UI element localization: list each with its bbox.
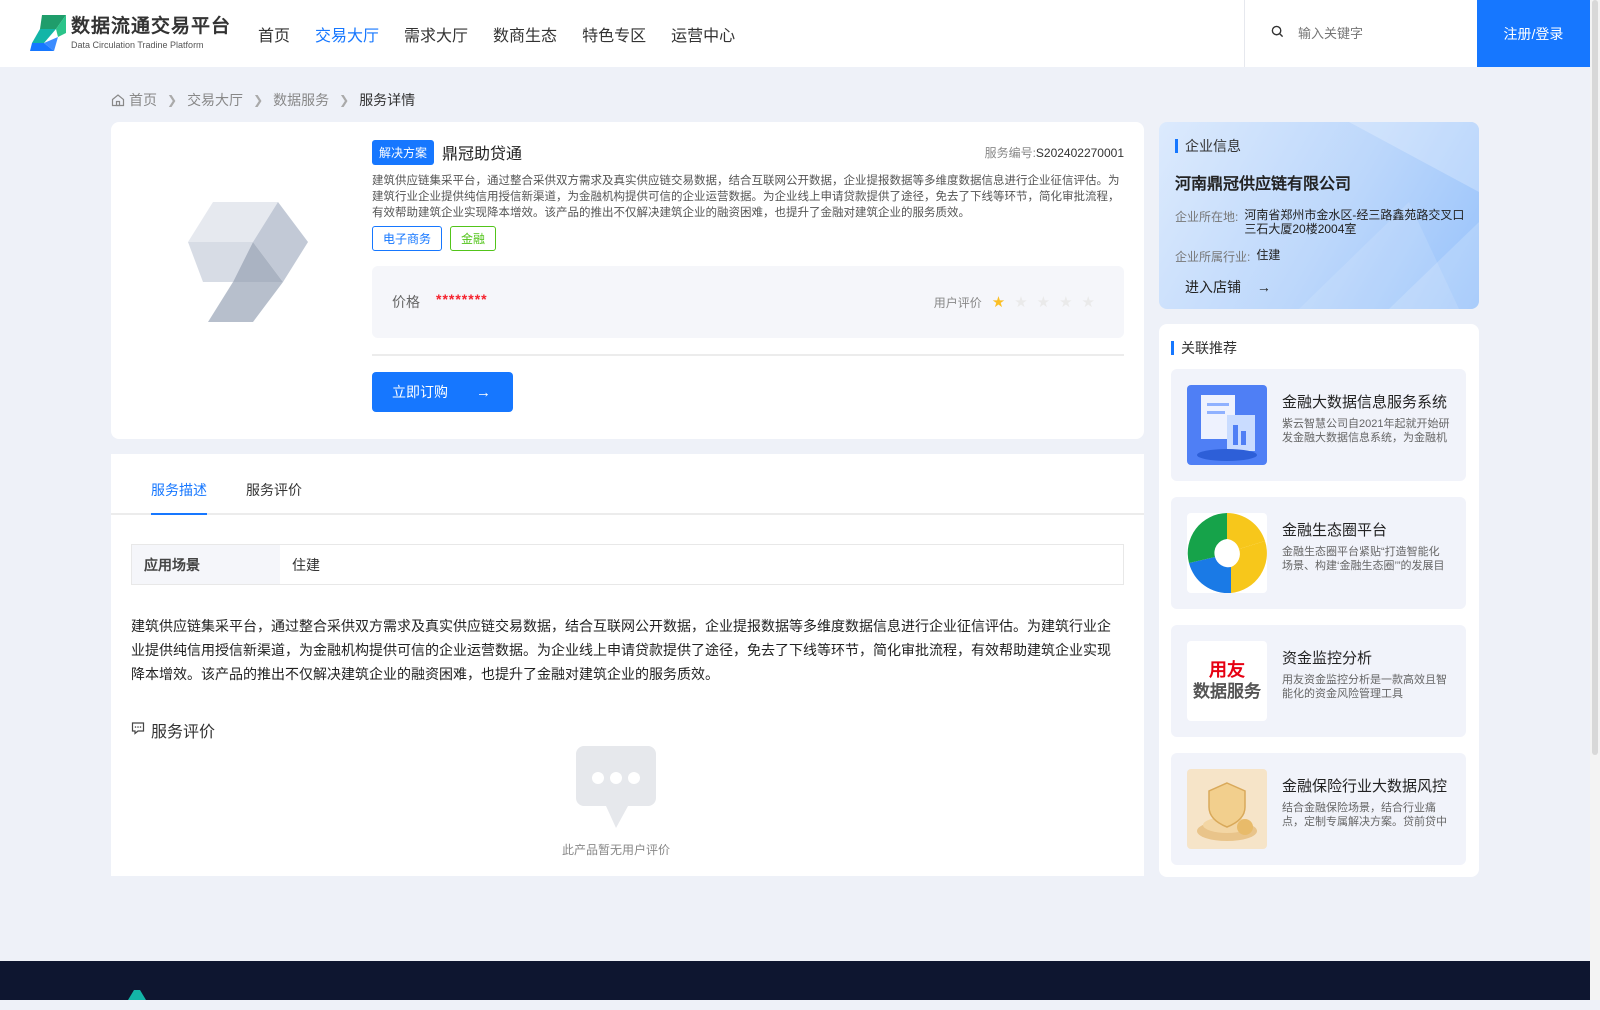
- home-icon[interactable]: [111, 93, 125, 107]
- scene-label: 应用场景: [132, 545, 280, 584]
- footer-logo-icon: [128, 990, 146, 1000]
- brand-logo[interactable]: 数据流通交易平台 Data Circulation Tradine Platfo…: [30, 13, 231, 53]
- product-image: [173, 182, 313, 322]
- nav-ecosystem[interactable]: 数商生态: [493, 22, 557, 46]
- buy-now-label: 立即订购: [392, 384, 448, 400]
- star-icon: ★: [1014, 294, 1028, 311]
- recommend-title: 资金监控分析: [1282, 650, 1373, 667]
- thumbnail-brand-text: 用友: [1209, 660, 1245, 680]
- tab-service-description[interactable]: 服务描述: [151, 480, 207, 515]
- main-nav: 首页 交易大厅 需求大厅 数商生态 特色专区 运营中心: [258, 0, 760, 67]
- search-box: [1244, 0, 1477, 67]
- tag-ecommerce[interactable]: 电子商务: [372, 226, 443, 251]
- industry-label: 企业所属行业:: [1175, 250, 1251, 264]
- star-icon: ★: [1059, 294, 1073, 311]
- scrollbar-thumb[interactable]: [1592, 0, 1598, 755]
- recommend-item[interactable]: 金融保险行业大数据风控 结合金融保险场景，结合行业痛点，定制专属解决方案。贷前贷…: [1171, 753, 1466, 865]
- page-scrollbar[interactable]: [1590, 0, 1600, 1000]
- enter-shop-link[interactable]: 进入店铺 →: [1185, 277, 1465, 297]
- scene-value: 住建: [292, 556, 320, 573]
- recommend-desc: 结合金融保险场景，结合行业痛点，定制专属解决方案。贷前贷中贷后全流程: [1282, 802, 1447, 828]
- company-name: 河南鼎冠供应链有限公司: [1175, 176, 1352, 193]
- recommend-item[interactable]: 用友 数据服务 资金监控分析 用友资金监控分析是一款高效且智能化的资金风险管理工…: [1171, 625, 1466, 737]
- arrow-right-icon: →: [476, 383, 491, 401]
- tab-service-review[interactable]: 服务评价: [246, 480, 302, 513]
- nav-special-zone[interactable]: 特色专区: [582, 22, 646, 46]
- recommend-thumbnail: 用友 数据服务: [1187, 641, 1267, 721]
- chevron-right-icon: ❯: [167, 93, 178, 107]
- product-title: 鼎冠助贷通: [442, 146, 523, 163]
- login-register-button[interactable]: 注册/登录: [1477, 0, 1590, 67]
- nav-trading-hall[interactable]: 交易大厅: [315, 22, 379, 46]
- chevron-right-icon: ❯: [339, 93, 350, 107]
- scene-table: 应用场景 住建: [131, 544, 1124, 585]
- related-recommendations: 关联推荐 金融大数据信息服务系统 紫云智慧公司自2021年起就开始研发金融大数据…: [1159, 324, 1479, 877]
- recommend-desc: 紫云智慧公司自2021年起就开始研发金融大数据信息系统，为金融机构提供数据服务: [1282, 418, 1450, 444]
- rating-label: 用户评价: [933, 295, 982, 310]
- review-section-title: 服务评价: [131, 718, 215, 742]
- enter-shop-label: 进入店铺: [1185, 279, 1241, 295]
- company-industry: 住建: [1256, 248, 1281, 262]
- brand-name: 数据流通交易平台: [71, 15, 232, 37]
- breadcrumb-home[interactable]: 首页: [129, 90, 157, 110]
- star-icon: ★: [991, 294, 1006, 311]
- search-input[interactable]: [1296, 25, 1466, 42]
- divider: [372, 354, 1124, 356]
- chevron-right-icon: ❯: [253, 93, 264, 107]
- recommend-thumbnail: [1187, 385, 1267, 465]
- service-description: 建筑供应链集采平台，通过整合采供双方需求及真实供应链交易数据，结合互联网公开数据…: [131, 618, 1111, 682]
- tag-finance[interactable]: 金融: [450, 226, 497, 251]
- service-number-label: 服务编号:: [984, 145, 1036, 160]
- service-number: 服务编号:S202402270001: [985, 144, 1124, 161]
- comment-icon: [131, 721, 145, 740]
- recommend-thumbnail: [1187, 769, 1267, 849]
- product-card: 解决方案 鼎冠助贷通 服务编号:S202402270001 建筑供应链集采平台，…: [111, 122, 1144, 439]
- empty-review-text: 此产品暂无用户评价: [561, 843, 670, 857]
- service-number-value: S202402270001: [1035, 145, 1124, 160]
- empty-comment-icon: [574, 746, 658, 836]
- company-location: 河南省郑州市金水区-经三路鑫苑路交叉口三石大厦20楼2004室: [1244, 208, 1465, 236]
- recommend-title: 金融生态圈平台: [1282, 522, 1388, 539]
- search-icon[interactable]: [1271, 25, 1284, 43]
- logo-icon: [30, 13, 68, 53]
- nav-demand-hall[interactable]: 需求大厅: [404, 22, 468, 46]
- price-value: ********: [436, 291, 488, 307]
- product-summary: 建筑供应链集采平台，通过整合采供双方需求及真实供应链交易数据，结合互联网公开数据…: [372, 175, 1120, 219]
- recommend-desc: 用友资金监控分析是一款高效且智能化的资金风险管理工具: [1282, 674, 1447, 700]
- star-icon: ★: [1081, 294, 1095, 311]
- company-section-title: 企业信息: [1185, 138, 1241, 154]
- company-info-card: 企业信息 河南鼎冠供应链有限公司 企业所在地: 河南省郑州市金水区-经三路鑫苑路…: [1159, 122, 1479, 309]
- breadcrumb-data-service[interactable]: 数据服务: [273, 90, 329, 110]
- nav-home[interactable]: 首页: [258, 22, 290, 46]
- star-rating: ★ ★ ★ ★ ★: [992, 293, 1104, 311]
- recommend-title: 金融保险行业大数据风控: [1282, 778, 1447, 795]
- breadcrumb-current: 服务详情: [359, 92, 416, 108]
- recommend-title: 金融大数据信息服务系统: [1282, 394, 1447, 411]
- top-header: 数据流通交易平台 Data Circulation Tradine Platfo…: [0, 0, 1590, 67]
- arrow-right-icon: →: [1256, 279, 1271, 295]
- star-icon: ★: [1036, 294, 1051, 311]
- brand-name-en: Data Circulation Tradine Platform: [71, 39, 204, 50]
- empty-review-state: 此产品暂无用户评价: [551, 744, 681, 858]
- price-box: 价格 ******** 用户评价 ★ ★ ★ ★ ★: [372, 266, 1124, 338]
- solution-badge: 解决方案: [372, 139, 435, 165]
- buy-now-button[interactable]: 立即订购 →: [372, 372, 513, 412]
- recommend-item[interactable]: 金融大数据信息服务系统 紫云智慧公司自2021年起就开始研发金融大数据信息系统，…: [1171, 369, 1466, 481]
- breadcrumb-trading-hall[interactable]: 交易大厅: [187, 90, 243, 110]
- recommend-section-title: 关联推荐: [1181, 340, 1237, 356]
- recommend-item[interactable]: 金融生态圈平台 金融生态圈平台紧贴“打造智能化场景、构建‘金融生态圈’”的发展目…: [1171, 497, 1466, 609]
- recommend-desc: 金融生态圈平台紧贴“打造智能化场景、构建‘金融生态圈’”的发展目标: [1282, 546, 1445, 572]
- detail-tabs: 服务描述 服务评价: [111, 454, 1144, 515]
- price-label: 价格: [392, 294, 420, 310]
- service-detail-panel: 服务描述 服务评价 应用场景 住建 建筑供应链集采平台，通过整合采供双方需求及真…: [111, 454, 1144, 876]
- thumbnail-service-text: 数据服务: [1193, 682, 1261, 701]
- breadcrumb: 首页 ❯ 交易大厅 ❯ 数据服务 ❯ 服务详情: [111, 90, 415, 110]
- recommend-thumbnail: [1187, 513, 1267, 593]
- location-label: 企业所在地:: [1175, 210, 1239, 224]
- section-bar: [1175, 139, 1178, 153]
- page-footer: [0, 961, 1590, 1000]
- nav-operation-center[interactable]: 运营中心: [671, 22, 735, 46]
- review-title: 服务评价: [151, 724, 216, 741]
- section-bar: [1171, 341, 1174, 355]
